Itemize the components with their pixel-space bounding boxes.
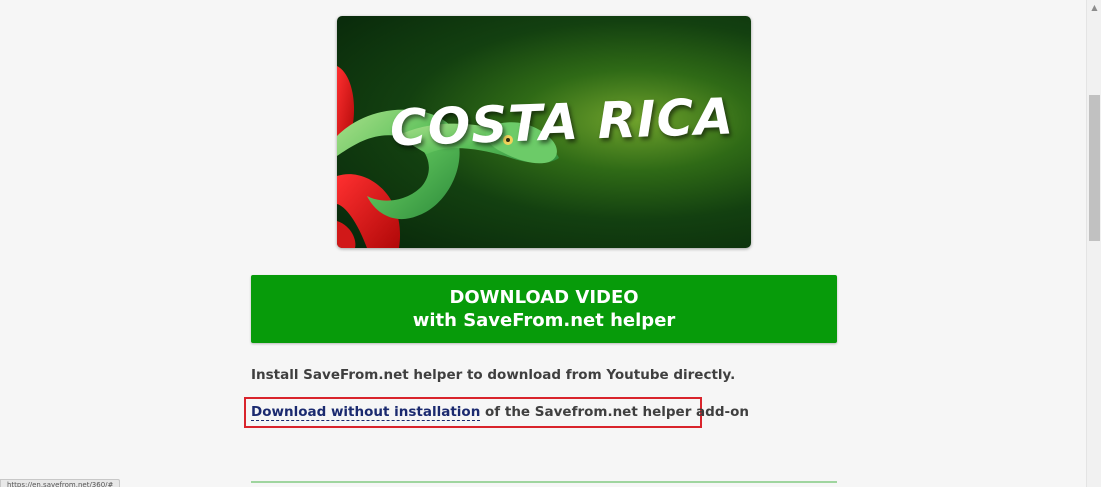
video-thumbnail[interactable]: COSTA RICA <box>337 16 751 248</box>
download-video-button[interactable]: DOWNLOAD VIDEO with SaveFrom.net helper <box>251 275 837 343</box>
install-note: Install SaveFrom.net helper to download … <box>251 367 736 383</box>
vertical-scrollbar[interactable]: ▲ <box>1086 0 1101 487</box>
browser-status-bar: https://en.savefrom.net/360/# <box>0 479 121 487</box>
download-button-line1: DOWNLOAD VIDEO <box>449 287 639 308</box>
scroll-up-arrow-icon[interactable]: ▲ <box>1087 0 1101 15</box>
alt-download-line: Download without installation of the Sav… <box>251 404 749 421</box>
alt-download-suffix: of the Savefrom.net helper add-on <box>480 404 749 420</box>
download-button-line2: with SaveFrom.net helper <box>412 310 676 331</box>
section-divider <box>251 481 837 483</box>
page: COSTA RICA DOWNLOAD VIDEO with SaveFrom.… <box>0 0 1101 487</box>
download-without-installation-link[interactable]: Download without installation <box>251 404 481 421</box>
scrollbar-thumb[interactable] <box>1089 95 1100 241</box>
